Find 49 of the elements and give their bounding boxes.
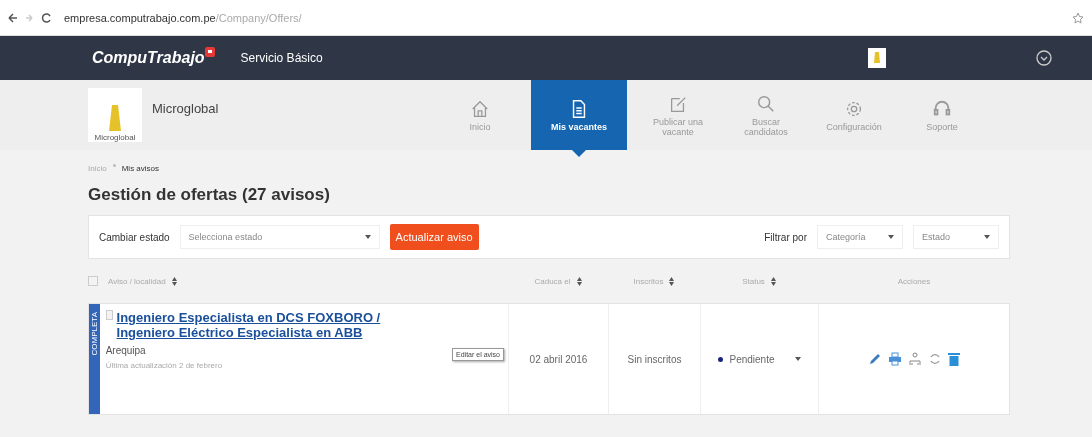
home-icon: [470, 98, 490, 119]
filter-select[interactable]: Estado: [913, 225, 999, 249]
last-update-text: Última actualización 2 de febrero: [105, 361, 223, 370]
trash-icon[interactable]: [948, 352, 960, 366]
filter-select[interactable]: Categoría: [817, 225, 903, 249]
location-text: Arequipa: [105, 345, 146, 356]
refresh-icon[interactable]: [928, 352, 942, 366]
status-band: COMPLETA: [89, 304, 100, 414]
separator-icon: [112, 164, 116, 167]
column-header[interactable]: Status: [742, 276, 765, 286]
column-header[interactable]: Inscritos: [633, 276, 664, 286]
column-header: Acciones: [897, 276, 931, 286]
status-dot: [718, 356, 724, 362]
pointer-icon: [572, 150, 586, 157]
breadcrumb-current: Mis avisos: [121, 164, 160, 173]
select-all-checkbox[interactable]: [88, 276, 98, 286]
caret-icon[interactable]: [794, 356, 801, 362]
nav-tab[interactable]: Inicio: [443, 80, 517, 150]
offer-title-link[interactable]: Ingeniero Especialista en DCS FOXBORO / Ingeniero Eléctrico Especialista en ABB: [116, 310, 432, 340]
status-text: Pendiente: [729, 353, 775, 365]
brand-logo[interactable]: CompuTrabajo: [92, 49, 205, 67]
page-title: Gestión de ofertas (27 avisos): [88, 185, 331, 205]
company-name: Microglobal: [152, 100, 219, 116]
filter-label: Filtrar por: [764, 231, 807, 243]
caret-icon[interactable]: [364, 234, 371, 240]
navigation-icon[interactable]: [8, 11, 54, 24]
star-icon[interactable]: [1072, 11, 1084, 24]
pencil-icon[interactable]: [868, 352, 882, 366]
status-select[interactable]: Selecciona estado: [179, 225, 380, 249]
search-icon: [756, 93, 776, 114]
table-cell: Sin inscritos: [609, 304, 701, 414]
table-cell: 02 abril 2016: [509, 304, 609, 414]
row-checkbox[interactable]: [105, 310, 113, 320]
company-logo: Microglobal: [88, 88, 142, 142]
update-button[interactable]: Actualizar aviso: [389, 224, 479, 250]
plan-label: Servicio Básico: [240, 51, 324, 65]
people-icon[interactable]: [908, 352, 922, 366]
column-header[interactable]: Aviso / localidad: [108, 276, 166, 286]
nav-tab[interactable]: Soporte: [905, 80, 979, 150]
flag-icon: [204, 47, 215, 57]
caret-icon[interactable]: [888, 234, 894, 240]
nav-tab[interactable]: Configuración: [817, 80, 891, 150]
nav-tab[interactable]: Publicar una vacante: [641, 80, 715, 150]
nav-tab[interactable]: Buscar candidatos: [729, 80, 803, 150]
chevron-down-icon[interactable]: [1036, 50, 1052, 66]
printer-icon[interactable]: [888, 352, 902, 366]
caret-icon[interactable]: [984, 234, 990, 240]
change-status-label: Cambiar estado: [99, 231, 170, 243]
column-header[interactable]: Caduca el: [534, 276, 571, 286]
